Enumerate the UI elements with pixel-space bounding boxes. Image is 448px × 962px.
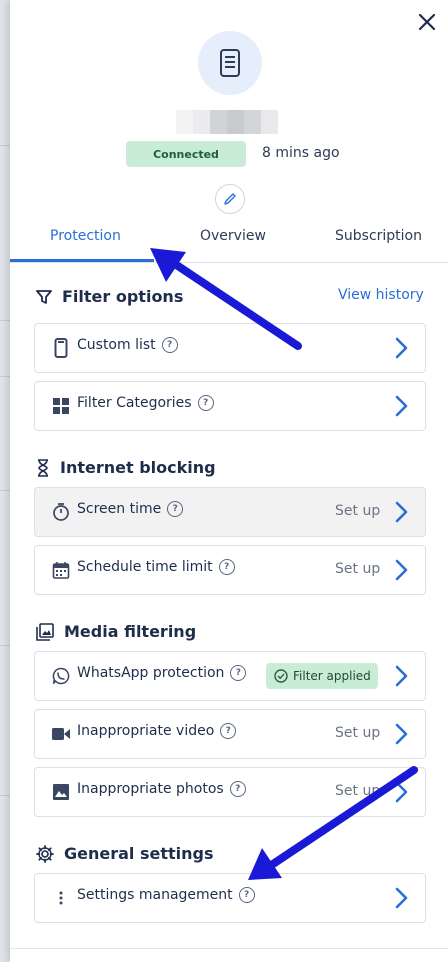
media-filtering-title: Media filtering — [64, 622, 197, 641]
general-settings-heading: General settings — [36, 844, 214, 863]
help-icon[interactable]: ? — [238, 887, 255, 903]
device-avatar — [198, 31, 262, 95]
filter-applied-badge: Filter applied — [266, 663, 378, 689]
schedule-time-limit-card[interactable]: Schedule time limit? Set up — [34, 545, 426, 595]
help-icon[interactable]: ? — [230, 665, 247, 681]
photo-library-icon — [36, 622, 54, 641]
help-icon[interactable]: ? — [220, 723, 237, 739]
settings-management-card[interactable]: Settings management? — [34, 873, 426, 923]
chevron-right-icon[interactable] — [391, 394, 411, 418]
set-up-label: Set up — [335, 503, 381, 519]
internet-blocking-title: Internet blocking — [60, 458, 216, 477]
inappropriate-photos-card[interactable]: Inappropriate photos? Set up — [34, 767, 426, 817]
gear-icon — [36, 844, 54, 863]
connection-status-badge: Connected — [126, 141, 246, 167]
filter-applied-text: Filter applied — [293, 669, 371, 683]
help-icon[interactable]: ? — [161, 337, 178, 353]
inappropriate-video-label: Inappropriate video — [77, 723, 215, 739]
custom-list-label: Custom list — [77, 337, 156, 353]
hourglass-icon — [38, 458, 48, 477]
settings-management-label: Settings management — [77, 887, 233, 903]
chevron-right-icon[interactable] — [391, 500, 411, 524]
grid-icon — [51, 396, 71, 416]
set-up-label: Set up — [335, 725, 381, 741]
set-up-label: Set up — [335, 561, 381, 577]
device-name-redacted — [176, 110, 278, 134]
chevron-right-icon[interactable] — [391, 780, 411, 804]
chevron-right-icon[interactable] — [391, 558, 411, 582]
close-icon[interactable] — [415, 10, 439, 34]
tab-bar: Protection Overview Subscription — [10, 222, 448, 263]
chevron-right-icon[interactable] — [391, 336, 411, 360]
help-icon[interactable]: ? — [229, 781, 246, 797]
media-filtering-heading: Media filtering — [36, 622, 196, 641]
chevron-right-icon[interactable] — [391, 886, 411, 910]
whatsapp-icon — [51, 666, 71, 686]
whatsapp-protection-label: WhatsApp protection — [77, 665, 225, 681]
phone-icon — [51, 338, 71, 358]
phone-icon — [220, 49, 240, 77]
view-history-link[interactable]: View history — [338, 287, 424, 303]
inappropriate-video-card[interactable]: Inappropriate video? Set up — [34, 709, 426, 759]
pencil-icon — [224, 193, 236, 205]
tab-protection[interactable]: Protection — [50, 228, 121, 244]
stopwatch-icon — [51, 502, 71, 522]
edit-button[interactable] — [215, 184, 245, 214]
calendar-icon — [51, 560, 71, 580]
inappropriate-photos-label: Inappropriate photos — [77, 781, 224, 797]
screen-time-label: Screen time — [77, 501, 162, 517]
internet-blocking-heading: Internet blocking — [36, 458, 216, 477]
filter-icon — [36, 289, 52, 304]
tab-subscription[interactable]: Subscription — [335, 228, 422, 244]
more-vert-icon — [51, 888, 71, 908]
screen-time-card[interactable]: Screen time? Set up — [34, 487, 426, 537]
set-up-label: Set up — [335, 783, 381, 799]
filter-options-title: Filter options — [62, 287, 184, 306]
tab-overview[interactable]: Overview — [200, 228, 266, 244]
footer-divider — [10, 948, 448, 949]
video-icon — [51, 724, 71, 744]
chevron-right-icon[interactable] — [391, 722, 411, 746]
filter-categories-label: Filter Categories — [77, 395, 192, 411]
schedule-time-limit-label: Schedule time limit — [77, 559, 213, 575]
filter-options-heading: Filter options — [36, 287, 183, 306]
chevron-right-icon[interactable] — [391, 664, 411, 688]
help-icon[interactable]: ? — [197, 395, 214, 411]
check-circle-icon — [274, 669, 288, 683]
help-icon[interactable]: ? — [167, 501, 184, 517]
general-settings-title: General settings — [64, 844, 214, 863]
image-icon — [51, 782, 71, 802]
device-drawer: Connected 8 mins ago Protection Overview… — [10, 0, 448, 962]
whatsapp-protection-card[interactable]: WhatsApp protection? Filter applied — [34, 651, 426, 701]
active-tab-indicator — [10, 259, 154, 262]
last-seen-text: 8 mins ago — [262, 145, 340, 161]
filter-categories-card[interactable]: Filter Categories? — [34, 381, 426, 431]
help-icon[interactable]: ? — [218, 559, 235, 575]
custom-list-card[interactable]: Custom list? — [34, 323, 426, 373]
